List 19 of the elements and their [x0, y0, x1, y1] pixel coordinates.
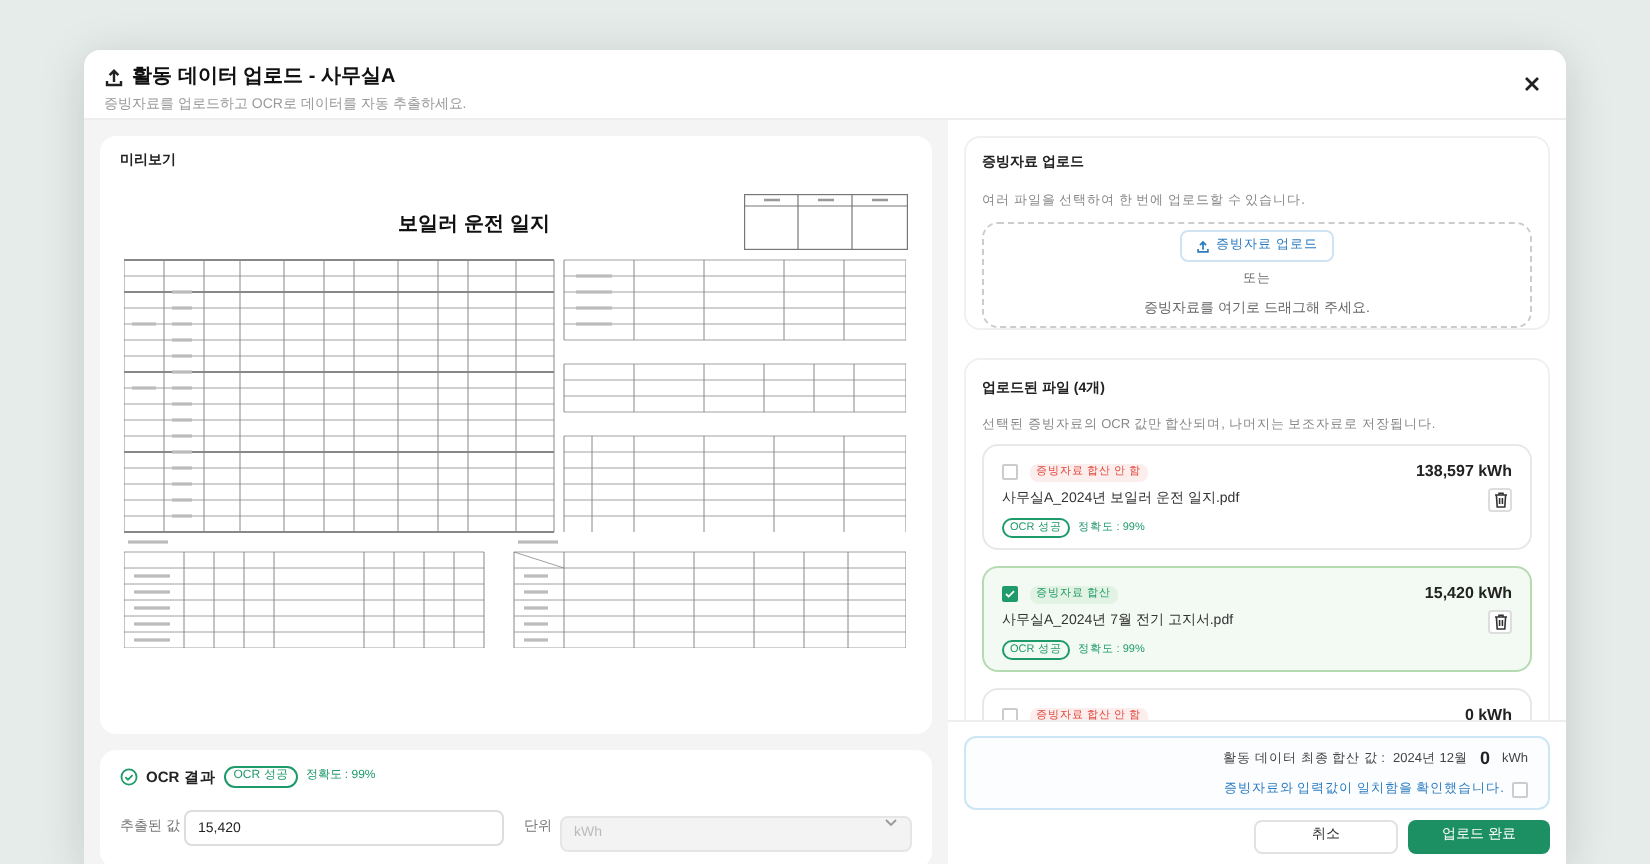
trash-icon	[1493, 614, 1507, 630]
close-icon[interactable]	[1522, 74, 1542, 94]
document-title: 보일러 운전 일지	[398, 211, 550, 239]
chevron-down-icon	[884, 818, 898, 829]
delete-button[interactable]	[1488, 610, 1512, 634]
trash-icon	[1493, 492, 1507, 508]
confirm-checkbox[interactable]	[1512, 781, 1528, 798]
checkbox[interactable]	[1002, 586, 1018, 602]
dialog-title: 활동 데이터 업로드 - 사무실A	[132, 64, 396, 92]
kwh-value: 138,597 kWh	[1415, 462, 1512, 482]
kwh-value: 0 kWh	[1464, 706, 1512, 720]
upload-icon	[1196, 239, 1211, 253]
delete-button[interactable]	[1488, 488, 1512, 512]
checkbox[interactable]	[1002, 464, 1018, 480]
upload-icon	[104, 67, 124, 87]
checkbox[interactable]	[1002, 708, 1018, 720]
kwh-value: 15,420 kWh	[1424, 584, 1512, 604]
check-circle-icon	[120, 768, 138, 787]
total-value: 0	[1479, 746, 1490, 773]
